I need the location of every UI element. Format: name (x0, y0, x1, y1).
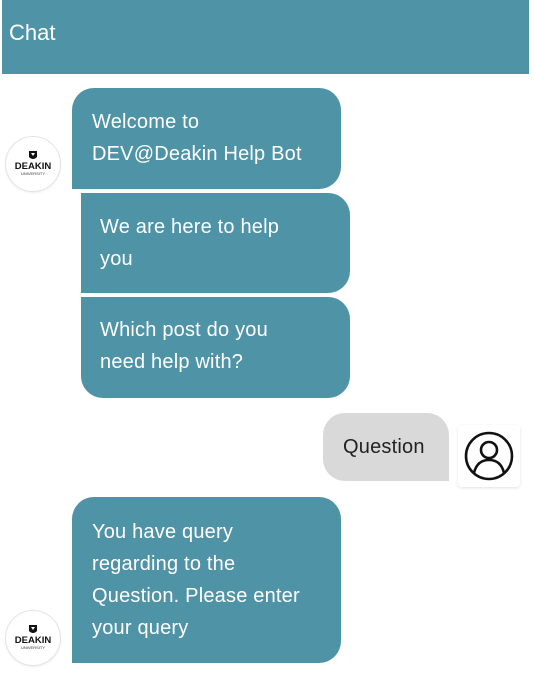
message-line: Which post do you (100, 319, 268, 341)
chat-window: Chat Welcome to DEV@Deakin Help Bot We a… (0, 0, 534, 682)
deakin-logo-icon: DEAKIN UNIVERSITY (15, 151, 51, 176)
logo-subtitle: UNIVERSITY (21, 171, 45, 176)
chat-header: Chat (2, 0, 529, 74)
message-line: Question. Please enter (92, 585, 300, 607)
bot-message: Which post do you need help with? (81, 297, 350, 398)
message-line: We are here to help (100, 216, 280, 238)
bot-avatar: DEAKIN UNIVERSITY (6, 611, 60, 665)
message-line: DEV@Deakin Help Bot (92, 143, 302, 165)
user-profile-icon (464, 431, 514, 481)
message-line: Question (343, 436, 425, 458)
deakin-logo-icon: DEAKIN UNIVERSITY (15, 625, 51, 650)
message-line: Welcome to (92, 111, 200, 133)
bot-message: You have query regarding to the Question… (72, 497, 341, 663)
user-message: Question (323, 413, 449, 481)
user-avatar (458, 425, 520, 487)
message-line: regarding to the (92, 553, 236, 575)
message-line: you (100, 248, 133, 270)
bot-message: Welcome to DEV@Deakin Help Bot (72, 88, 341, 189)
message-line: need help with? (100, 351, 244, 373)
logo-subtitle: UNIVERSITY (21, 645, 45, 650)
message-line: You have query (92, 521, 234, 543)
bot-avatar: DEAKIN UNIVERSITY (6, 137, 60, 191)
message-line: your query (92, 617, 189, 639)
chat-title: Chat (9, 20, 56, 45)
bot-message: We are here to help you (81, 193, 350, 293)
